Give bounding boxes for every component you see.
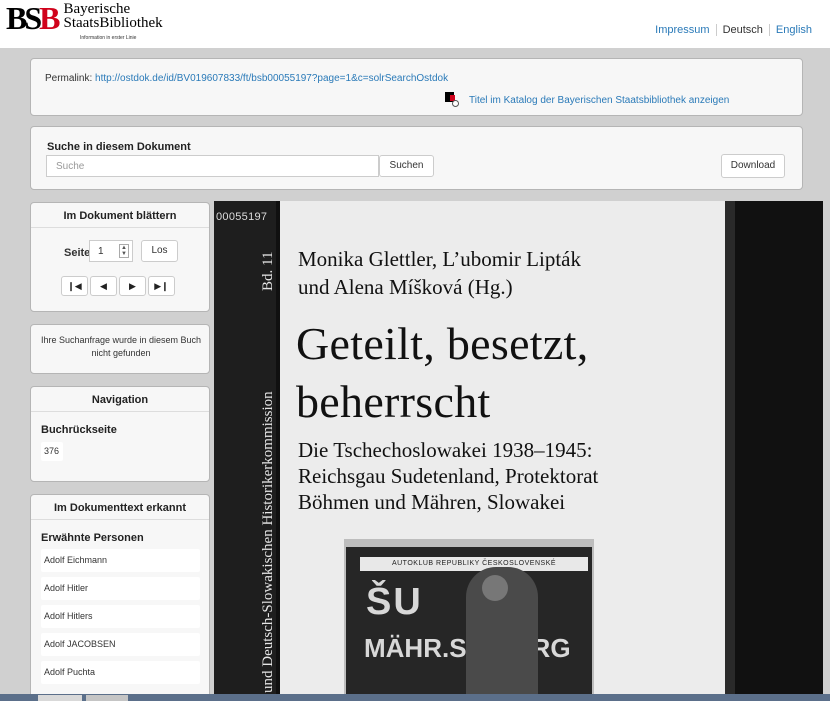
permalink-url[interactable]: http://ostdok.de/id/BV019607833/ft/bsb00…: [95, 73, 448, 84]
person-item[interactable]: Adolf Hitlers: [41, 605, 200, 628]
recognized-title: Im Dokumenttext erkannt: [53, 502, 187, 514]
catalog-link[interactable]: Titel im Katalog der Bayerischen Staatsb…: [445, 92, 729, 108]
download-button[interactable]: Download: [721, 154, 785, 178]
cover-authors-line2: und Alena Míšková (Hg.): [298, 275, 513, 299]
viewer-right-margin: [725, 201, 823, 701]
page-label: Seite: [64, 247, 91, 259]
catalog-search-icon: [445, 92, 461, 108]
spine-volume: Bd. 11: [260, 251, 276, 291]
back-cover-page-link[interactable]: 376: [41, 442, 63, 461]
navigation-title: Navigation: [91, 394, 149, 406]
impressum-link[interactable]: Impressum: [649, 24, 715, 36]
recognized-entities-panel: Im Dokumenttext erkannt Erwähnte Persone…: [30, 494, 210, 701]
logo-line2: StaatsBibliothek: [63, 15, 163, 31]
search-input[interactable]: Suche: [46, 155, 379, 177]
last-page-icon: ▶❙: [154, 281, 169, 291]
document-viewer[interactable]: 00055197 Bd. 11 und Deutsch-Slowakischen…: [214, 201, 823, 701]
logo-text: Bayerische StaatsBibliothek: [63, 1, 163, 31]
go-button[interactable]: Los: [141, 240, 178, 262]
permalink-line: Permalink: http://ostdok.de/id/BV0196078…: [45, 73, 448, 84]
photo-banner: AUTOKLUB REPUBLIKY ČESKOSLOVENSKÉ: [360, 557, 588, 571]
search-button[interactable]: Suchen: [379, 155, 434, 177]
photo-figure-head: [482, 575, 508, 601]
catalog-link-label[interactable]: Titel im Katalog der Bayerischen Staatsb…: [469, 95, 729, 106]
logo-mark: BSB: [6, 0, 61, 36]
prev-page-button[interactable]: ◀: [90, 276, 117, 296]
bsb-logo[interactable]: BSB Bayerische StaatsBibliothek: [6, 0, 163, 36]
language-links: Impressum Deutsch English: [649, 24, 818, 36]
book-spine: 00055197 Bd. 11 und Deutsch-Slowakischen…: [214, 201, 276, 701]
cover-subtitle-line3: Böhmen und Mähren, Slowakei: [298, 490, 566, 514]
search-panel: Suche in diesem Dokument Suche Suchen Do…: [30, 126, 803, 190]
cover-subtitle-line2: Reichsgau Sudetenland, Protektorat: [298, 464, 599, 488]
photo-sign-text1: ŠU: [366, 581, 423, 623]
person-item[interactable]: Adolf Puchta: [41, 661, 200, 684]
logo-line1: Bayerische: [63, 1, 131, 17]
book-cover: Monika Glettler, L’ubomir Lipták und Ale…: [280, 201, 725, 701]
cover-authors-line1: Monika Glettler, L’ubomir Lipták: [298, 247, 581, 271]
cover-title-line1: Geteilt, besetzt,: [296, 318, 589, 369]
first-page-icon: ❙◀: [67, 281, 82, 291]
cover-authors: Monika Glettler, L’ubomir Lipták und Ale…: [298, 245, 581, 301]
cover-title: Geteilt, besetzt, beherrscht: [296, 315, 589, 431]
cover-photo: AUTOKLUB REPUBLIKY ČESKOSLOVENSKÉ ŠU MÄH…: [344, 539, 594, 701]
cover-subtitle: Die Tschechoslowakei 1938–1945: Reichsga…: [298, 437, 598, 515]
main-content: Permalink: http://ostdok.de/id/BV0196078…: [0, 48, 830, 701]
permalink-label: Permalink:: [45, 73, 93, 84]
last-page-button[interactable]: ▶❙: [148, 276, 175, 296]
taskbar-item[interactable]: [86, 695, 128, 701]
permalink-panel: Permalink: http://ostdok.de/id/BV0196078…: [30, 58, 803, 116]
search-result-panel: Ihre Suchanfrage wurde in diesem Buch ni…: [30, 324, 210, 374]
deutsch-link[interactable]: Deutsch: [715, 24, 769, 36]
cover-title-line2: beherrscht: [296, 376, 491, 427]
browse-panel: Im Dokument blättern Seite 1 ▲ ▼ Los ❙◀ ◀…: [30, 202, 210, 312]
site-header: BSB Bayerische StaatsBibliothek Informat…: [0, 0, 830, 48]
next-page-button[interactable]: ▶: [119, 276, 146, 296]
browse-title: Im Dokument blättern: [63, 210, 177, 222]
taskbar-item[interactable]: [38, 695, 82, 701]
spine-text: und Deutsch-Slowakischen Historikerkommi…: [260, 391, 276, 693]
logo-tagline: Information in erster Linie: [80, 35, 137, 41]
next-page-icon: ▶: [129, 281, 136, 291]
person-item[interactable]: Adolf JACOBSEN: [41, 633, 200, 656]
person-item[interactable]: Adolf Hitler: [41, 577, 200, 600]
os-taskbar: [0, 694, 830, 701]
back-cover-label: Buchrückseite: [41, 424, 117, 436]
search-not-found-message: Ihre Suchanfrage wurde in diesem Buch ni…: [40, 335, 202, 358]
document-id-tag: 00055197: [216, 211, 268, 223]
page-number-value: 1: [98, 246, 104, 257]
page-number-input[interactable]: 1 ▲ ▼: [89, 240, 133, 262]
spinner-icon[interactable]: ▲ ▼: [119, 244, 129, 258]
first-page-button[interactable]: ❙◀: [61, 276, 88, 296]
prev-page-icon: ◀: [100, 281, 107, 291]
english-link[interactable]: English: [768, 24, 818, 36]
search-title: Suche in diesem Dokument: [47, 141, 191, 153]
cover-subtitle-line1: Die Tschechoslowakei 1938–1945:: [298, 438, 593, 462]
persons-heading: Erwähnte Personen: [41, 532, 144, 544]
person-item[interactable]: Adolf Eichmann: [41, 549, 200, 572]
navigation-panel: Navigation Buchrückseite 376: [30, 386, 210, 482]
